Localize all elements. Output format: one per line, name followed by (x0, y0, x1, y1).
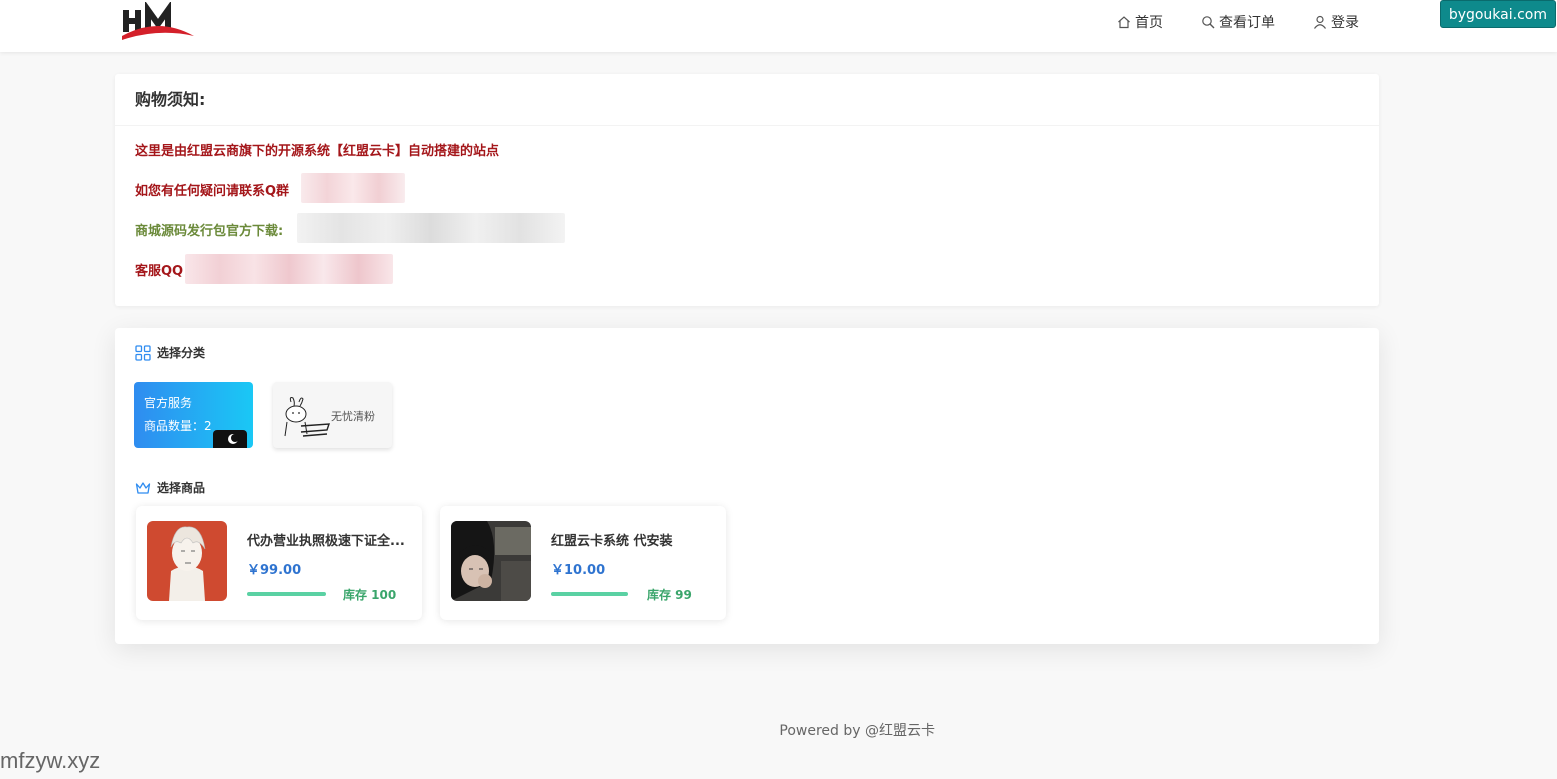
rabbit-icon (284, 397, 330, 437)
stock-bar (551, 592, 628, 596)
category-official-service[interactable]: 官方服务 商品数量：2 (134, 382, 253, 448)
category-count: 商品数量：2 (144, 419, 212, 433)
product-price: ￥99.00 (247, 563, 302, 578)
stock-bar (247, 592, 326, 596)
notice-line-intro: 这里是由红盟云商旗下的开源系统【红盟云卡】自动搭建的站点 (135, 144, 500, 159)
category-fan-clean[interactable]: 无忧清粉 (273, 382, 392, 448)
user-icon (1314, 15, 1326, 29)
redacted-block (185, 254, 393, 284)
nav-orders-label: 查看订单 (1219, 15, 1275, 31)
redacted-block (297, 213, 565, 243)
product-name: 红盟云卡系统 代安装 (551, 534, 673, 549)
nav-login[interactable]: 登录 (1313, 12, 1359, 32)
home-icon (1118, 16, 1130, 29)
crown-icon (135, 481, 151, 494)
nav-home[interactable]: 首页 (1117, 12, 1163, 32)
main-nav: 首页 查看订单 登录 (1117, 0, 1359, 44)
product-price: ￥10.00 (551, 563, 606, 578)
nav-login-label: 登录 (1331, 15, 1359, 31)
notice-line-qq-group: 如您有任何疑问请联系Q群 (135, 184, 290, 199)
product-card[interactable]: 代办营业执照极速下证全... ￥99.00 库存 100 (136, 506, 422, 620)
redacted-block (301, 173, 405, 203)
nav-orders[interactable]: 查看订单 (1201, 12, 1275, 32)
site-logo[interactable] (120, 2, 196, 44)
product-section-title: 选择商品 (135, 479, 205, 496)
category-section-title: 选择分类 (135, 344, 205, 361)
notice-line-service-qq: 客服QQ (135, 264, 184, 279)
category-name: 官方服务 (144, 396, 193, 410)
product-image (451, 521, 531, 601)
search-icon (1202, 16, 1215, 29)
domain-badge: bygoukai.com (1439, 0, 1556, 28)
shopping-notice-card: 购物须知: 这里是由红盟云商旗下的开源系统【红盟云卡】自动搭建的站点 如您有任何… (115, 74, 1379, 306)
category-section-label: 选择分类 (157, 346, 206, 360)
shop-main-card: 选择分类 官方服务 商品数量：2 无忧清粉 选择商品 代办营业执照极速下证全..… (115, 328, 1379, 644)
product-image (147, 521, 227, 601)
watermark-text: mfzyw.xyz (0, 748, 101, 773)
grid-icon (135, 344, 151, 361)
category-logo-icon (213, 430, 247, 448)
footer-powered-by: Powered by @红盟云卡 (779, 723, 935, 739)
product-name: 代办营业执照极速下证全... (247, 534, 405, 549)
product-stock: 库存 100 (343, 588, 397, 602)
category-name: 无忧清粉 (331, 410, 375, 423)
top-navbar: 首页 查看订单 登录 bygoukai.com (0, 0, 1557, 52)
product-section-label: 选择商品 (157, 481, 206, 495)
notice-title: 购物须知: (115, 74, 1379, 126)
notice-line-download: 商城源码发行包官方下载: (135, 224, 284, 239)
nav-home-label: 首页 (1135, 15, 1163, 31)
product-card[interactable]: 红盟云卡系统 代安装 ￥10.00 库存 99 (440, 506, 726, 620)
product-stock: 库存 99 (647, 588, 692, 602)
